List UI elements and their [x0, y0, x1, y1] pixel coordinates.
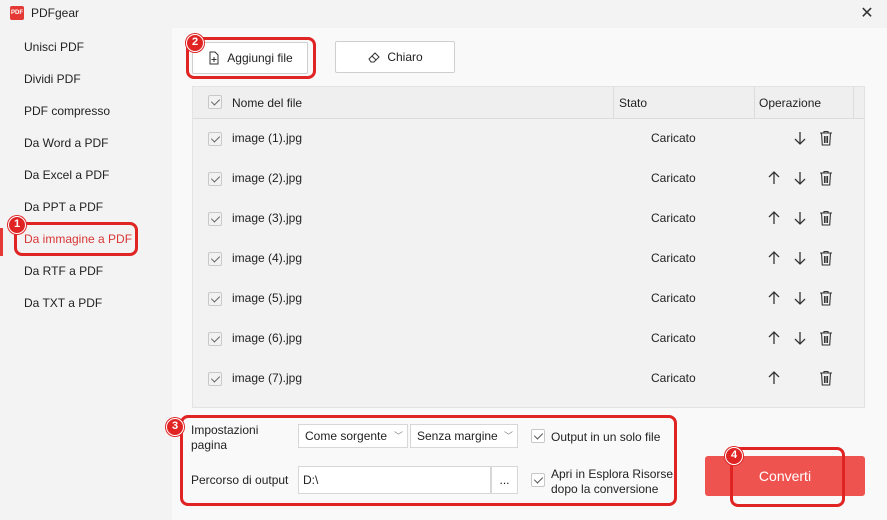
table-row: image (6).jpg Caricato — [193, 319, 864, 359]
margin-select[interactable]: Senza margine ﹀ — [410, 424, 518, 448]
page-size-select[interactable]: Come sorgente ﹀ — [298, 424, 408, 448]
delete-icon[interactable] — [817, 209, 835, 227]
table-header: Nome del file Stato Operazione — [193, 87, 864, 119]
row-checkbox[interactable] — [208, 372, 222, 386]
open-explorer-label-line2: dopo la conversione — [551, 482, 659, 496]
chevron-down-icon: ﹀ — [393, 431, 403, 441]
file-status: Caricato — [651, 371, 696, 385]
output-path-input[interactable]: D:\ — [298, 466, 491, 494]
file-name: image (1).jpg — [232, 131, 303, 145]
delete-icon[interactable] — [817, 249, 835, 267]
clear-label: Chiaro — [387, 50, 423, 64]
page-settings-label: Impostazioni pagina — [191, 423, 258, 453]
file-status: Caricato — [651, 251, 696, 265]
single-output-label: Output in un solo file — [551, 430, 661, 444]
delete-icon[interactable] — [817, 289, 835, 307]
move-down-icon[interactable] — [791, 329, 809, 347]
eraser-icon — [368, 52, 381, 63]
select-all-checkbox[interactable] — [208, 95, 222, 109]
open-explorer-label-line1: Apri in Esplora Risorse — [551, 467, 674, 481]
move-up-icon[interactable] — [765, 289, 783, 307]
output-path-label: Percorso di output — [191, 473, 289, 487]
move-up-icon[interactable] — [765, 369, 783, 387]
move-up-icon[interactable] — [765, 329, 783, 347]
sidebar-item-dividi-pdf[interactable]: Dividi PDF — [24, 69, 81, 89]
delete-icon[interactable] — [817, 369, 835, 387]
margin-value: Senza margine — [417, 429, 498, 443]
column-divider — [853, 87, 854, 119]
sidebar-item-ppt-to-pdf[interactable]: Da PPT a PDF — [24, 197, 103, 217]
move-down-icon[interactable] — [791, 209, 809, 227]
sidebar: Unisci PDF Dividi PDF PDF compresso Da W… — [0, 28, 170, 520]
table-row: image (7).jpg Caricato — [193, 359, 864, 399]
row-checkbox[interactable] — [208, 172, 222, 186]
active-indicator — [0, 228, 3, 256]
pdfgear-logo-icon: PDF — [10, 6, 24, 20]
file-name: image (2).jpg — [232, 171, 303, 185]
sidebar-item-image-to-pdf[interactable]: Da immagine a PDF — [24, 229, 132, 249]
file-status: Caricato — [651, 331, 696, 345]
sidebar-item-word-to-pdf[interactable]: Da Word a PDF — [24, 133, 108, 153]
step-badge: 4 — [725, 447, 743, 465]
page-settings-label-line1: Impostazioni — [191, 423, 259, 437]
sidebar-item-unisci-pdf[interactable]: Unisci PDF — [24, 37, 84, 57]
column-divider — [613, 87, 614, 119]
file-status: Caricato — [651, 211, 696, 225]
column-header-name: Nome del file — [232, 96, 303, 110]
sidebar-item-txt-to-pdf[interactable]: Da TXT a PDF — [24, 293, 102, 313]
step-badge: 3 — [166, 418, 184, 436]
delete-icon[interactable] — [817, 129, 835, 147]
move-up-icon[interactable] — [765, 169, 783, 187]
row-checkbox[interactable] — [208, 332, 222, 346]
sidebar-item-rtf-to-pdf[interactable]: Da RTF a PDF — [24, 261, 103, 281]
column-header-operation: Operazione — [759, 96, 822, 110]
table-row: image (5).jpg Caricato — [193, 279, 864, 319]
column-header-status: Stato — [619, 96, 648, 110]
move-down-icon[interactable] — [791, 129, 809, 147]
delete-icon[interactable] — [817, 329, 835, 347]
table-row: image (1).jpg Caricato — [193, 119, 864, 159]
page-settings-label-line2: pagina — [191, 438, 228, 452]
step-badge: 1 — [8, 216, 26, 234]
clear-button[interactable]: Chiaro — [335, 41, 455, 73]
column-divider — [754, 87, 755, 119]
open-explorer-checkbox[interactable] — [531, 473, 545, 487]
move-down-icon[interactable] — [791, 249, 809, 267]
delete-icon[interactable] — [817, 169, 835, 187]
file-status: Caricato — [651, 131, 696, 145]
move-up-icon[interactable] — [765, 209, 783, 227]
add-file-button[interactable]: Aggiungi file — [192, 42, 308, 74]
file-name: image (6).jpg — [232, 331, 303, 345]
add-file-icon — [209, 51, 219, 65]
move-down-icon[interactable] — [791, 289, 809, 307]
browse-button[interactable]: ... — [491, 466, 518, 494]
title-bar: PDF PDFgear ✕ — [0, 0, 887, 28]
chevron-down-icon: ﹀ — [503, 431, 513, 441]
single-output-checkbox[interactable] — [531, 429, 545, 443]
open-explorer-label: Apri in Esplora Risorse dopo la conversi… — [551, 467, 673, 497]
table-row: image (3).jpg Caricato — [193, 199, 864, 239]
row-checkbox[interactable] — [208, 212, 222, 226]
page-size-value: Come sorgente — [305, 429, 388, 443]
file-name: image (5).jpg — [232, 291, 303, 305]
table-row: image (2).jpg Caricato — [193, 159, 864, 199]
file-table: Nome del file Stato Operazione image (1)… — [192, 86, 865, 408]
close-icon[interactable]: ✕ — [857, 4, 877, 24]
sidebar-item-excel-to-pdf[interactable]: Da Excel a PDF — [24, 165, 109, 185]
row-checkbox[interactable] — [208, 292, 222, 306]
file-name: image (4).jpg — [232, 251, 303, 265]
step-badge: 2 — [186, 34, 204, 52]
file-status: Caricato — [651, 291, 696, 305]
move-down-icon[interactable] — [791, 169, 809, 187]
row-checkbox[interactable] — [208, 132, 222, 146]
move-up-icon[interactable] — [765, 249, 783, 267]
table-row: image (4).jpg Caricato — [193, 239, 864, 279]
file-status: Caricato — [651, 171, 696, 185]
add-file-label: Aggiungi file — [227, 51, 293, 65]
file-name: image (7).jpg — [232, 371, 303, 385]
row-checkbox[interactable] — [208, 252, 222, 266]
sidebar-item-pdf-compresso[interactable]: PDF compresso — [24, 101, 110, 121]
file-name: image (3).jpg — [232, 211, 303, 225]
window-title: PDFgear — [31, 6, 80, 20]
